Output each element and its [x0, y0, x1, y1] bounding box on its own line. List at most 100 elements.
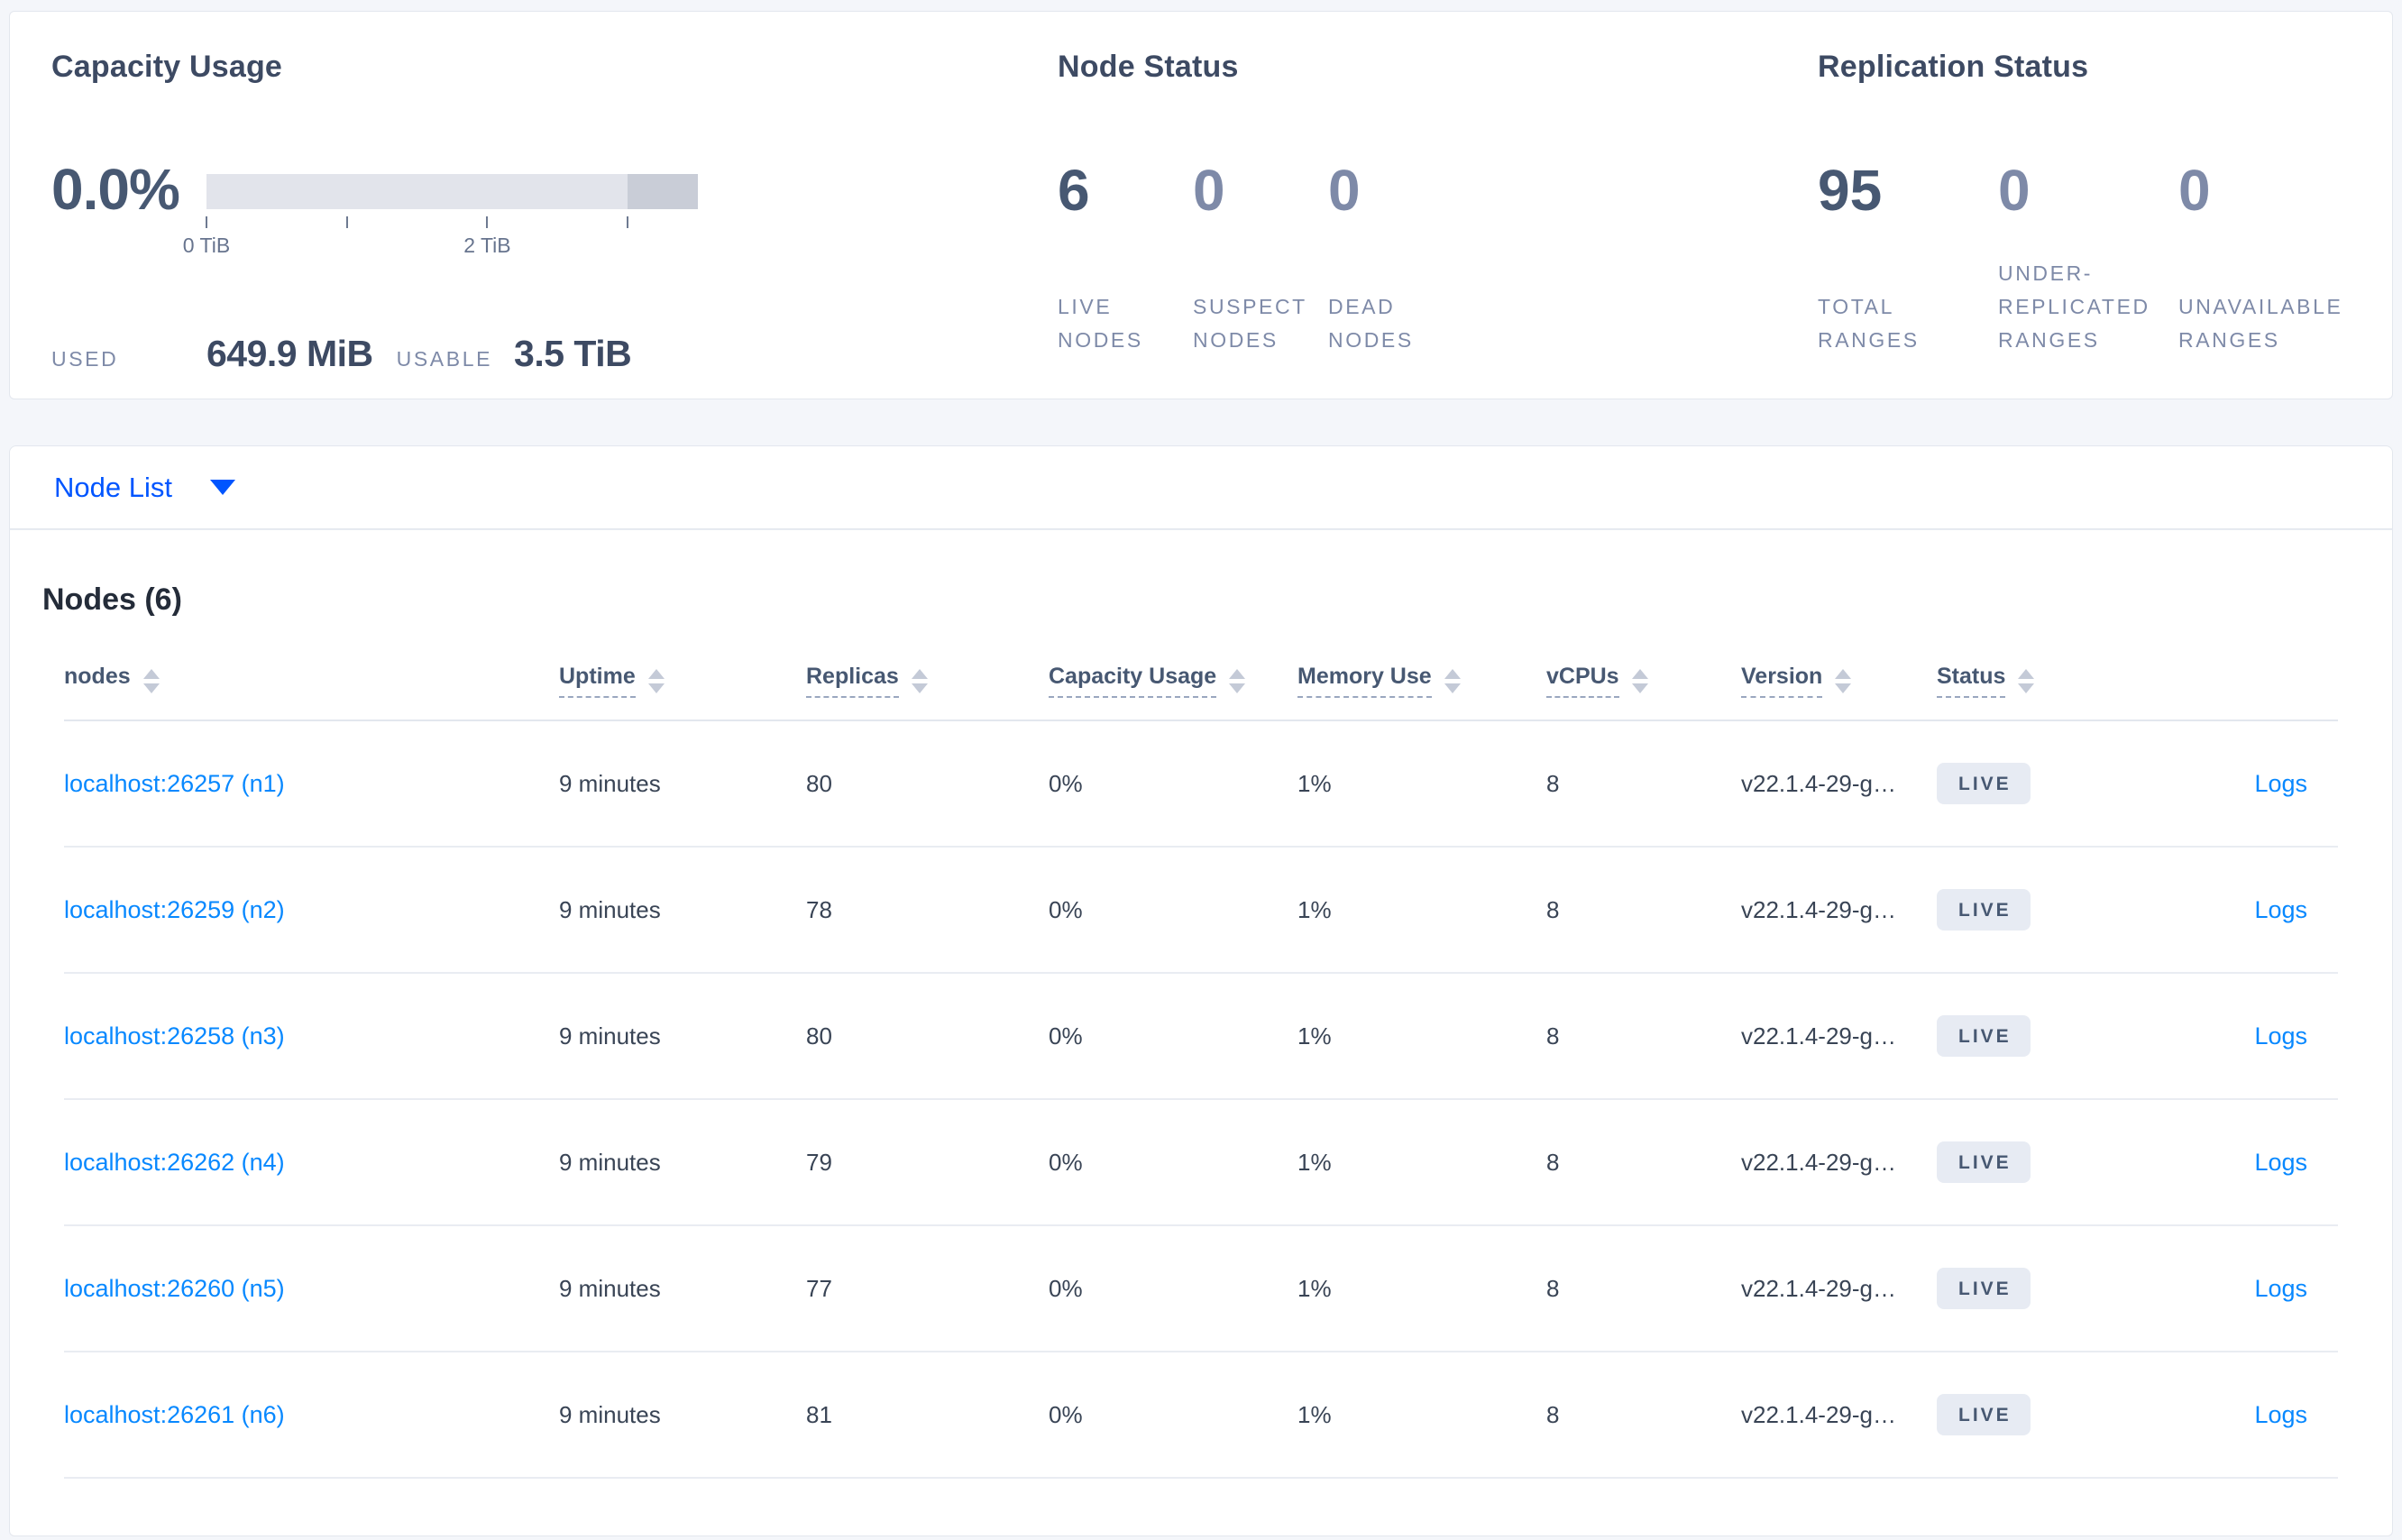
- capacity-usage-cell: 0%: [1049, 1274, 1083, 1302]
- logs-link[interactable]: Logs: [2254, 1022, 2307, 1050]
- node-link[interactable]: localhost:26261 (n6): [64, 1401, 285, 1428]
- sort-desc-icon: [911, 683, 928, 693]
- metric: 0 SUSPECT NODES: [1193, 159, 1328, 357]
- column-header-label[interactable]: Replicas: [806, 664, 899, 698]
- metric: 6 LIVE NODES: [1058, 159, 1193, 357]
- nodes-table: nodes Uptime Replicas Capacity Usage Memory …: [64, 642, 2338, 1479]
- vcpus-cell: 8: [1546, 769, 1560, 797]
- sort-desc-icon: [1444, 683, 1461, 693]
- column-header-label[interactable]: Uptime: [559, 664, 636, 698]
- capacity-usage-title: Capacity Usage: [51, 50, 283, 84]
- node-cell: localhost:26258 (n3): [64, 1022, 559, 1050]
- capacity-usage-cell: 0%: [1049, 1022, 1083, 1050]
- uptime-cell: 9 minutes: [559, 1400, 661, 1428]
- uptime-cell: 9 minutes: [559, 895, 661, 923]
- capacity-footer: USED 649.9 MiB USABLE 3.5 TiB: [51, 333, 1058, 375]
- logs-link[interactable]: Logs: [2254, 1149, 2307, 1176]
- nodes-table-card: Nodes (6) nodes Uptime Replicas Capacity Us…: [9, 529, 2393, 1536]
- metric-label: LIVE NODES: [1058, 295, 1143, 352]
- replication-status-title: Replication Status: [1818, 50, 2089, 84]
- sort-icon[interactable]: [911, 668, 928, 693]
- sort-asc-icon: [1229, 668, 1246, 679]
- sort-desc-icon: [1229, 683, 1246, 693]
- chevron-down-icon: [209, 480, 235, 495]
- column-header-label[interactable]: vCPUs: [1546, 664, 1619, 698]
- column-header-label[interactable]: Memory Use: [1297, 664, 1432, 698]
- status-cell: LIVE: [1937, 889, 2099, 930]
- version-cell: v22.1.4-29-g…: [1741, 769, 1896, 797]
- column-header-vcpus[interactable]: vCPUs: [1546, 664, 1741, 698]
- sort-icon[interactable]: [647, 668, 665, 693]
- axis-tick-mark: [486, 216, 489, 228]
- logs-link[interactable]: Logs: [2254, 770, 2307, 797]
- table-row: localhost:26257 (n1) 9 minutes 80 0% 1% 8 v22.…: [64, 721, 2338, 848]
- memory-use-cell: 1%: [1297, 1148, 1332, 1176]
- version-cell: v22.1.4-29-g…: [1741, 895, 1896, 923]
- column-header-version[interactable]: Version: [1741, 664, 1937, 698]
- sort-icon[interactable]: [142, 668, 160, 693]
- node-status-section: Node Status 6 LIVE NODES 0 SUSPECT NODES 0 DE…: [1058, 48, 1818, 371]
- sort-icon[interactable]: [1444, 668, 1461, 693]
- version-cell: v22.1.4-29-g…: [1741, 1274, 1896, 1302]
- column-header-label[interactable]: nodes: [64, 664, 131, 698]
- node-cell: localhost:26259 (n2): [64, 896, 559, 924]
- table-row: localhost:26259 (n2) 9 minutes 78 0% 1% 8 v22.…: [64, 848, 2338, 974]
- metric-label: UNAVAILABLE RANGES: [2178, 295, 2343, 352]
- vcpus-cell: 8: [1546, 1022, 1560, 1050]
- column-header-nodes[interactable]: nodes: [64, 664, 559, 698]
- axis-tick-mark: [206, 216, 207, 228]
- node-link[interactable]: localhost:26258 (n3): [64, 1022, 285, 1050]
- sort-icon[interactable]: [1229, 668, 1246, 693]
- status-cell: LIVE: [1937, 1015, 2099, 1057]
- column-header-replicas[interactable]: Replicas: [806, 664, 1049, 698]
- column-header-memory-use[interactable]: Memory Use: [1297, 664, 1546, 698]
- metric: 0 DEAD NODES: [1328, 159, 1463, 357]
- uptime-cell: 9 minutes: [559, 769, 661, 797]
- capacity-usage-cell: 0%: [1049, 769, 1083, 797]
- column-header-status[interactable]: Status: [1937, 664, 2099, 698]
- sort-asc-icon: [1631, 668, 1648, 679]
- sort-desc-icon: [1631, 683, 1648, 693]
- version-cell: v22.1.4-29-g…: [1741, 1148, 1896, 1176]
- logs-link[interactable]: Logs: [2254, 1275, 2307, 1302]
- column-header-label[interactable]: Capacity Usage: [1049, 664, 1217, 698]
- vcpus-cell: 8: [1546, 895, 1560, 923]
- node-link[interactable]: localhost:26259 (n2): [64, 896, 285, 923]
- axis-tick-label: 0 TiB: [182, 234, 231, 257]
- capacity-usage-section: Capacity Usage 0.0% 0 TiB 2 TiB USED 649.…: [51, 48, 1058, 374]
- sort-icon[interactable]: [1631, 668, 1648, 693]
- metric-value: 0: [1328, 158, 1361, 223]
- nodes-table-title: Nodes (6): [42, 582, 182, 617]
- memory-use-cell: 1%: [1297, 1400, 1332, 1428]
- logs-link[interactable]: Logs: [2254, 1401, 2307, 1428]
- column-header-label[interactable]: Status: [1937, 664, 2006, 698]
- memory-use-cell: 1%: [1297, 769, 1332, 797]
- usable-value: 3.5 TiB: [514, 333, 632, 374]
- capacity-bar-chart: 0 TiB 2 TiB: [183, 174, 698, 259]
- node-link[interactable]: localhost:26260 (n5): [64, 1275, 285, 1302]
- logs-cell: Logs: [2099, 1149, 2338, 1177]
- sort-icon[interactable]: [1835, 668, 1852, 693]
- view-dropdown[interactable]: Node List: [54, 472, 235, 504]
- status-badge: LIVE: [1937, 1141, 2031, 1183]
- logs-cell: Logs: [2099, 770, 2338, 798]
- memory-use-cell: 1%: [1297, 1022, 1332, 1050]
- replication-status-section: Replication Status 95 TOTAL RANGES 0 UNDER-…: [1818, 48, 2359, 371]
- column-header-capacity-usage[interactable]: Capacity Usage: [1049, 664, 1297, 698]
- capacity-bar: [206, 174, 698, 209]
- sort-desc-icon: [1835, 683, 1852, 693]
- node-link[interactable]: localhost:26262 (n4): [64, 1149, 285, 1176]
- page: Capacity Usage 0.0% 0 TiB 2 TiB USED 649.…: [0, 0, 2402, 1540]
- column-header-uptime[interactable]: Uptime: [559, 664, 806, 698]
- metric-label: UNDER- REPLICATED RANGES: [1998, 261, 2150, 352]
- column-header-label[interactable]: Version: [1741, 664, 1823, 698]
- sort-icon[interactable]: [2018, 668, 2035, 693]
- node-status-metrics: 6 LIVE NODES 0 SUSPECT NODES 0 DEAD NODES: [1058, 159, 1818, 357]
- logs-link[interactable]: Logs: [2254, 896, 2307, 923]
- replicas-cell: 80: [806, 1022, 832, 1050]
- version-cell: v22.1.4-29-g…: [1741, 1400, 1896, 1428]
- vcpus-cell: 8: [1546, 1400, 1560, 1428]
- node-link[interactable]: localhost:26257 (n1): [64, 770, 285, 797]
- capacity-axis-ticks: [206, 216, 698, 229]
- status-badge: LIVE: [1937, 1268, 2031, 1309]
